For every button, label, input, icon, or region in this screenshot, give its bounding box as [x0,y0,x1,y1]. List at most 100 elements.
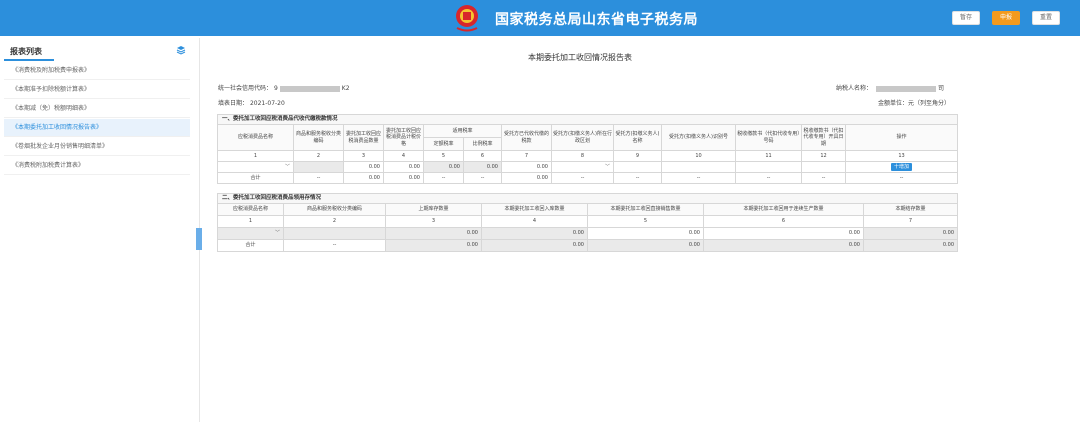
submit-button[interactable]: 申报 [992,11,1020,25]
sidebar-item-deduction[interactable]: 《本期准予扣除税额计算表》 [4,81,190,99]
header-ending-inventory: 本期结存数量 [862,203,959,216]
product-select[interactable]: ﹀ [217,227,284,240]
column-number: 13 [844,150,959,162]
site-title: 国家税务总局山东省电子税务局 [495,12,698,28]
column-number: 1 [217,215,284,228]
taxpayer-label: 纳税人名称： [836,85,873,92]
credit-code-suffix: K2 [341,85,350,92]
redaction-mask [875,85,936,92]
header-trustee-region: 受托方(扣缴义务人)所在行政区划 [551,124,614,151]
column-number: 9 [613,150,662,162]
chevron-down-icon: ﹀ [604,163,610,170]
total-cell: 0.00 [587,239,704,252]
quantity-input[interactable]: 0.00 [343,161,384,173]
header-received-quantity: 本期委托加工收回入库数量 [481,203,588,216]
column-number: 3 [385,215,482,228]
column-number: 6 [703,215,864,228]
header-product-name: 应税消费品名称 [217,124,294,151]
total-cell: -- [844,172,959,184]
column-number: 4 [383,150,424,162]
region-select[interactable]: ﹀ [551,161,614,173]
amount-unit: 金额单位：元（列至角分） [878,100,951,107]
chevron-down-icon: ﹀ [274,230,280,237]
receipt-number-input[interactable] [735,161,802,173]
header-fixed-rate: 定额税率 [423,137,464,151]
total-cell: 0.00 [383,172,424,184]
total-cell: 0.00 [703,239,864,252]
operation-cell: 十增加 [844,161,959,173]
taxpayer-row: 纳税人名称： 司 [836,83,944,92]
sidebar-item-consumption-tax[interactable]: 《消费税及附加税费申报表》 [4,62,190,80]
total-label: 合计 [217,172,294,184]
add-row-button[interactable]: 十增加 [891,162,913,172]
table-row: ﹀ 0.00 0.00 0.00 0.00 0.00 ﹀ 十增加 [217,161,959,173]
trustee-name-input[interactable] [613,161,662,173]
column-number: 10 [661,150,736,162]
fill-date-value: 2021-07-20 [249,100,285,107]
sidebar-collapse-handle[interactable] [196,228,202,250]
header-direct-sales-quantity: 本期委托加工收回直接销售数量 [587,203,704,216]
sidebar-title: 报表列表 [10,47,42,56]
column-number: 2 [283,215,386,228]
tax-code-cell [283,227,386,240]
top-header: 国家税务总局山东省电子税务局 暂存 申报 重置 [0,0,1080,36]
withheld-tax-input[interactable]: 0.00 [501,161,552,173]
trustee-id-input[interactable] [661,161,736,173]
header-operation: 操作 [844,124,959,151]
section-title-2: 二、委托加工收回应税消费品领用存情况 [216,193,959,204]
total-cell: 0.00 [501,172,552,184]
reset-button[interactable]: 重置 [1032,11,1060,25]
total-cell: -- [463,172,502,184]
received-quantity-cell: 0.00 [481,227,588,240]
column-number: 7 [862,215,959,228]
sidebar-title-underline [4,59,54,61]
total-cell: -- [613,172,662,184]
total-cell: -- [423,172,464,184]
table-row: ﹀ 0.00 0.00 0.00 0.00 0.00 [217,227,959,240]
save-draft-button[interactable]: 暂存 [952,11,980,25]
column-number: 12 [801,150,846,162]
header-trustee-id: 受托方(扣缴义务人)识别号 [661,124,736,151]
sidebar: 报表列表 《消费税及附加税费申报表》 《本期准予扣除税额计算表》 《本期减（免）… [0,38,200,422]
total-cell: -- [661,172,736,184]
header-rate-group: 适用税率 [423,124,502,138]
total-cell: 0.00 [481,239,588,252]
processing-tax-table: 一、委托加工收回应税消费品代收代缴税款情况 应税消费品名称 商品和服务税收分类编… [216,114,959,184]
fill-date-row: 填表日期： 2021-07-20 [218,98,285,107]
total-cell: -- [283,239,386,252]
prior-inventory-cell: 0.00 [385,227,482,240]
product-select[interactable]: ﹀ [217,161,294,173]
credit-code-row: 统一社会信用代码： 9 K2 [218,83,350,92]
layers-icon[interactable] [176,45,186,55]
total-cell: 0.00 [862,239,959,252]
sidebar-item-exemption[interactable]: 《本期减（免）税额明细表》 [4,100,190,118]
header-product-name: 应税消费品名称 [217,203,284,216]
total-cell: -- [801,172,846,184]
header-withheld-tax: 受托方已代收代缴的税款 [501,124,552,151]
sidebar-item-surcharge[interactable]: 《消费税附加税费计算表》 [4,157,190,175]
total-cell: -- [551,172,614,184]
production-use-input[interactable]: 0.00 [703,227,864,240]
tax-emblem-icon [456,5,478,32]
receipt-date-input[interactable] [801,161,846,173]
column-number: 5 [587,215,704,228]
chevron-down-icon: ﹀ [284,163,290,170]
sidebar-item-outsourced-processing[interactable]: 《本期委托加工收回情况报告表》 [4,119,190,137]
header-receipt-date: 税收缴款书（代扣代收专用）开具日期 [801,124,846,151]
header-proportional-rate: 比例税率 [463,137,502,151]
sidebar-item-cigarette-wholesale[interactable]: 《卷烟批发企业月份销售明细清单》 [4,138,190,156]
column-number: 11 [735,150,802,162]
column-number: 7 [501,150,552,162]
total-row: 合计 -- 0.00 0.00 0.00 0.00 0.00 [217,239,959,252]
header-taxable-price: 委托加工收回应税消费品计税价格 [383,124,424,151]
total-row: 合计 -- 0.00 0.00 -- -- 0.00 -- -- -- -- -… [217,172,959,184]
taxable-price-input[interactable]: 0.00 [383,161,424,173]
direct-sales-input[interactable]: 0.00 [587,227,704,240]
fill-date-label: 填表日期： [218,100,249,107]
header-receipt-number: 税收缴款书（代扣代收专用）号码 [735,124,802,151]
redaction-mask [279,85,340,92]
header-trustee-name: 受托方(扣缴义务人)名称 [613,124,662,151]
credit-code-label: 统一社会信用代码： [218,85,273,92]
column-number: 2 [293,150,344,162]
section-title-1: 一、委托加工收回应税消费品代收代缴税款情况 [216,114,959,125]
